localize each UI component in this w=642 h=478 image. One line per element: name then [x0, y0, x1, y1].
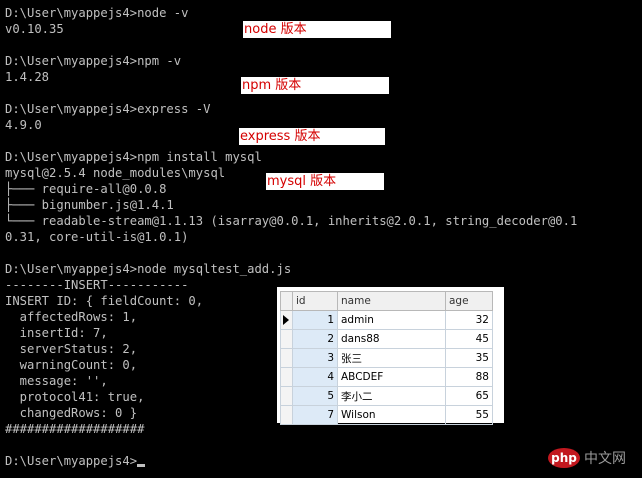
- row-indicator: [280, 329, 293, 349]
- cell-name[interactable]: 李小二: [337, 386, 446, 406]
- console-line: INSERT ID: { fieldCount: 0,: [5, 294, 204, 308]
- console-line: insertId: 7,: [5, 326, 108, 340]
- console-line: warningCount: 0,: [5, 358, 138, 372]
- table-row[interactable]: 4 ABCDEF 88: [280, 367, 493, 387]
- table-row[interactable]: 7 Wilson 55: [280, 405, 493, 425]
- cell-name[interactable]: Wilson: [337, 405, 446, 425]
- php-logo-icon: php: [548, 448, 580, 468]
- cell-name[interactable]: dans88: [337, 329, 446, 349]
- cell-id[interactable]: 3: [292, 348, 338, 368]
- cell-id[interactable]: 2: [292, 329, 338, 349]
- console-line: v0.10.35: [5, 22, 64, 36]
- console-line: └─── readable-stream@1.1.13 (isarray@0.0…: [5, 214, 578, 228]
- cell-name[interactable]: 张三: [337, 348, 446, 368]
- site-watermark: php 中文网: [548, 447, 640, 471]
- row-indicator: [280, 310, 293, 330]
- cell-age[interactable]: 45: [445, 329, 493, 349]
- console-line: D:\User\myappejs4>express -V: [5, 102, 211, 116]
- table-row[interactable]: 1 admin 32: [280, 310, 493, 330]
- annotation-express-version: express 版本: [239, 128, 385, 145]
- cell-name[interactable]: ABCDEF: [337, 367, 446, 387]
- row-indicator: [280, 348, 293, 368]
- column-header-id[interactable]: id: [292, 291, 338, 311]
- console-line: D:\User\myappejs4>npm -v: [5, 54, 182, 68]
- result-table: id name age 1 admin 32 2 dans88 45 3 张三 …: [280, 291, 493, 425]
- annotation-node-version: node 版本: [243, 21, 391, 38]
- annotation-mysql-version: mysql 版本: [266, 173, 384, 190]
- current-row-arrow-icon: [283, 315, 289, 325]
- table-row[interactable]: 3 张三 35: [280, 348, 493, 368]
- cell-id[interactable]: 1: [292, 310, 338, 330]
- cell-id[interactable]: 7: [292, 405, 338, 425]
- console-line: --------INSERT-----------: [5, 278, 189, 292]
- row-indicator-header: [280, 291, 293, 311]
- text-cursor: [137, 464, 146, 467]
- cell-age[interactable]: 35: [445, 348, 493, 368]
- table-row[interactable]: 2 dans88 45: [280, 329, 493, 349]
- table-row[interactable]: 5 李小二 65: [280, 386, 493, 406]
- cell-age[interactable]: 88: [445, 367, 493, 387]
- cell-age[interactable]: 65: [445, 386, 493, 406]
- cell-age[interactable]: 32: [445, 310, 493, 330]
- console-line: D:\User\myappejs4>node -v: [5, 6, 189, 20]
- console-line: 1.4.28: [5, 70, 50, 84]
- console-line: affectedRows: 1,: [5, 310, 138, 324]
- console-line: message: '',: [5, 374, 108, 388]
- console-line: D:\User\myappejs4>node mysqltest_add.js: [5, 262, 292, 276]
- row-indicator: [280, 405, 293, 425]
- console-line: ###################: [5, 422, 145, 436]
- console-line: ├─── bignumber.js@1.4.1: [5, 198, 174, 212]
- row-indicator: [280, 367, 293, 387]
- column-header-age[interactable]: age: [445, 291, 493, 311]
- console-line: serverStatus: 2,: [5, 342, 138, 356]
- cell-age[interactable]: 55: [445, 405, 493, 425]
- console-line: D:\User\myappejs4>npm install mysql: [5, 150, 262, 164]
- column-header-name[interactable]: name: [337, 291, 446, 311]
- query-result-grid: id name age 1 admin 32 2 dans88 45 3 张三 …: [277, 287, 504, 425]
- console-line: mysql@2.5.4 node_modules\mysql: [5, 166, 226, 180]
- console-prompt-line[interactable]: D:\User\myappejs4>: [5, 453, 146, 469]
- console-prompt: D:\User\myappejs4>: [5, 454, 138, 468]
- cell-id[interactable]: 5: [292, 386, 338, 406]
- row-indicator: [280, 386, 293, 406]
- annotation-npm-version: npm 版本: [241, 77, 389, 94]
- console-line: protocol41: true,: [5, 390, 145, 404]
- cell-id[interactable]: 4: [292, 367, 338, 387]
- table-header-row: id name age: [280, 291, 493, 311]
- console-line: 4.9.0: [5, 118, 42, 132]
- watermark-text: 中文网: [584, 451, 626, 467]
- console-line: changedRows: 0 }: [5, 406, 138, 420]
- console-line: 0.31, core-util-is@1.0.1): [5, 230, 189, 244]
- console-line: ├─── require-all@0.0.8: [5, 182, 167, 196]
- cell-name[interactable]: admin: [337, 310, 446, 330]
